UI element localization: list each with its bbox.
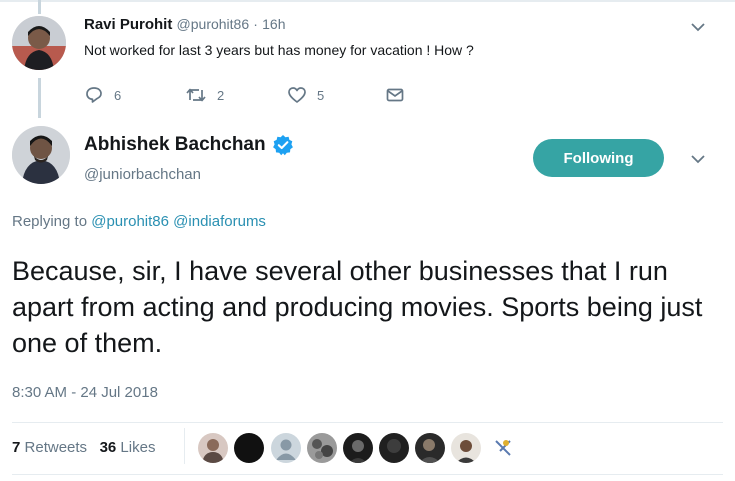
tweet-time[interactable]: 16h xyxy=(262,16,285,32)
tweet-text: Because, sir, I have several other busin… xyxy=(12,256,703,358)
tweet-timestamp[interactable]: 8:30 AM - 24 Jul 2018 xyxy=(12,384,158,401)
mention-link[interactable]: @indiaforums xyxy=(173,213,266,230)
avatar[interactable] xyxy=(12,16,66,70)
liker-avatar[interactable] xyxy=(234,433,264,463)
chevron-down-icon[interactable] xyxy=(690,152,706,166)
like-count: 5 xyxy=(317,87,325,103)
author-name[interactable]: Ravi Purohit xyxy=(84,16,172,33)
reply-icon xyxy=(84,85,104,105)
liker-avatar[interactable] xyxy=(451,433,481,463)
retweets-count: 7 xyxy=(12,439,21,456)
liker-avatar[interactable] xyxy=(379,433,409,463)
retweets-label: Retweets xyxy=(24,439,88,456)
reply-text: Not worked for last 3 years but has mone… xyxy=(84,42,474,58)
reply-header: Ravi Purohit @purohit86 · 16h xyxy=(84,16,286,33)
thread-line xyxy=(38,78,41,118)
liker-avatar[interactable] xyxy=(415,433,445,463)
liker-avatar[interactable] xyxy=(271,433,301,463)
liker-avatar[interactable] xyxy=(343,433,373,463)
envelope-icon xyxy=(385,85,405,105)
liker-avatar[interactable] xyxy=(198,433,228,463)
retweet-count: 2 xyxy=(217,87,225,103)
retweets-stat[interactable]: 7 Retweets xyxy=(12,439,87,456)
divider xyxy=(12,422,723,423)
heart-icon xyxy=(287,85,307,105)
retweet-icon xyxy=(185,85,207,105)
author-name[interactable]: Abhishek Bachchan xyxy=(84,134,294,156)
like-action[interactable]: 5 xyxy=(287,84,324,106)
reply-tweet: Ravi Purohit @purohit86 · 16h Not worked… xyxy=(0,0,735,118)
message-action[interactable] xyxy=(385,84,405,106)
liker-avatar[interactable] xyxy=(488,433,518,463)
likes-stat[interactable]: 36 Likes xyxy=(100,439,156,456)
likers-avatars xyxy=(198,433,518,463)
author-handle[interactable]: @purohit86 xyxy=(177,16,250,32)
author-name-text: Abhishek Bachchan xyxy=(84,134,266,155)
divider xyxy=(12,474,723,475)
retweet-action[interactable]: 2 xyxy=(185,84,224,106)
chevron-down-icon[interactable] xyxy=(690,20,706,34)
separator: · xyxy=(253,16,258,32)
liker-avatar[interactable] xyxy=(307,433,337,463)
likes-count: 36 xyxy=(99,439,117,456)
following-button[interactable]: Following xyxy=(533,139,664,177)
mention-link[interactable]: @purohit86 xyxy=(91,213,169,230)
verified-badge-icon xyxy=(272,134,294,156)
avatar[interactable] xyxy=(12,126,70,184)
tweet-stats: 7 Retweets 36 Likes xyxy=(12,439,155,456)
replying-to: Replying to @purohit86 @indiaforums xyxy=(12,213,266,230)
author-handle[interactable]: @juniorbachchan xyxy=(84,166,201,183)
stats-separator xyxy=(184,428,185,464)
reply-count: 6 xyxy=(114,87,122,103)
reply-actions: 6 2 5 xyxy=(84,84,424,106)
reply-action[interactable]: 6 xyxy=(84,84,121,106)
likes-label: Likes xyxy=(120,439,156,456)
replying-prefix: Replying to xyxy=(12,213,88,230)
